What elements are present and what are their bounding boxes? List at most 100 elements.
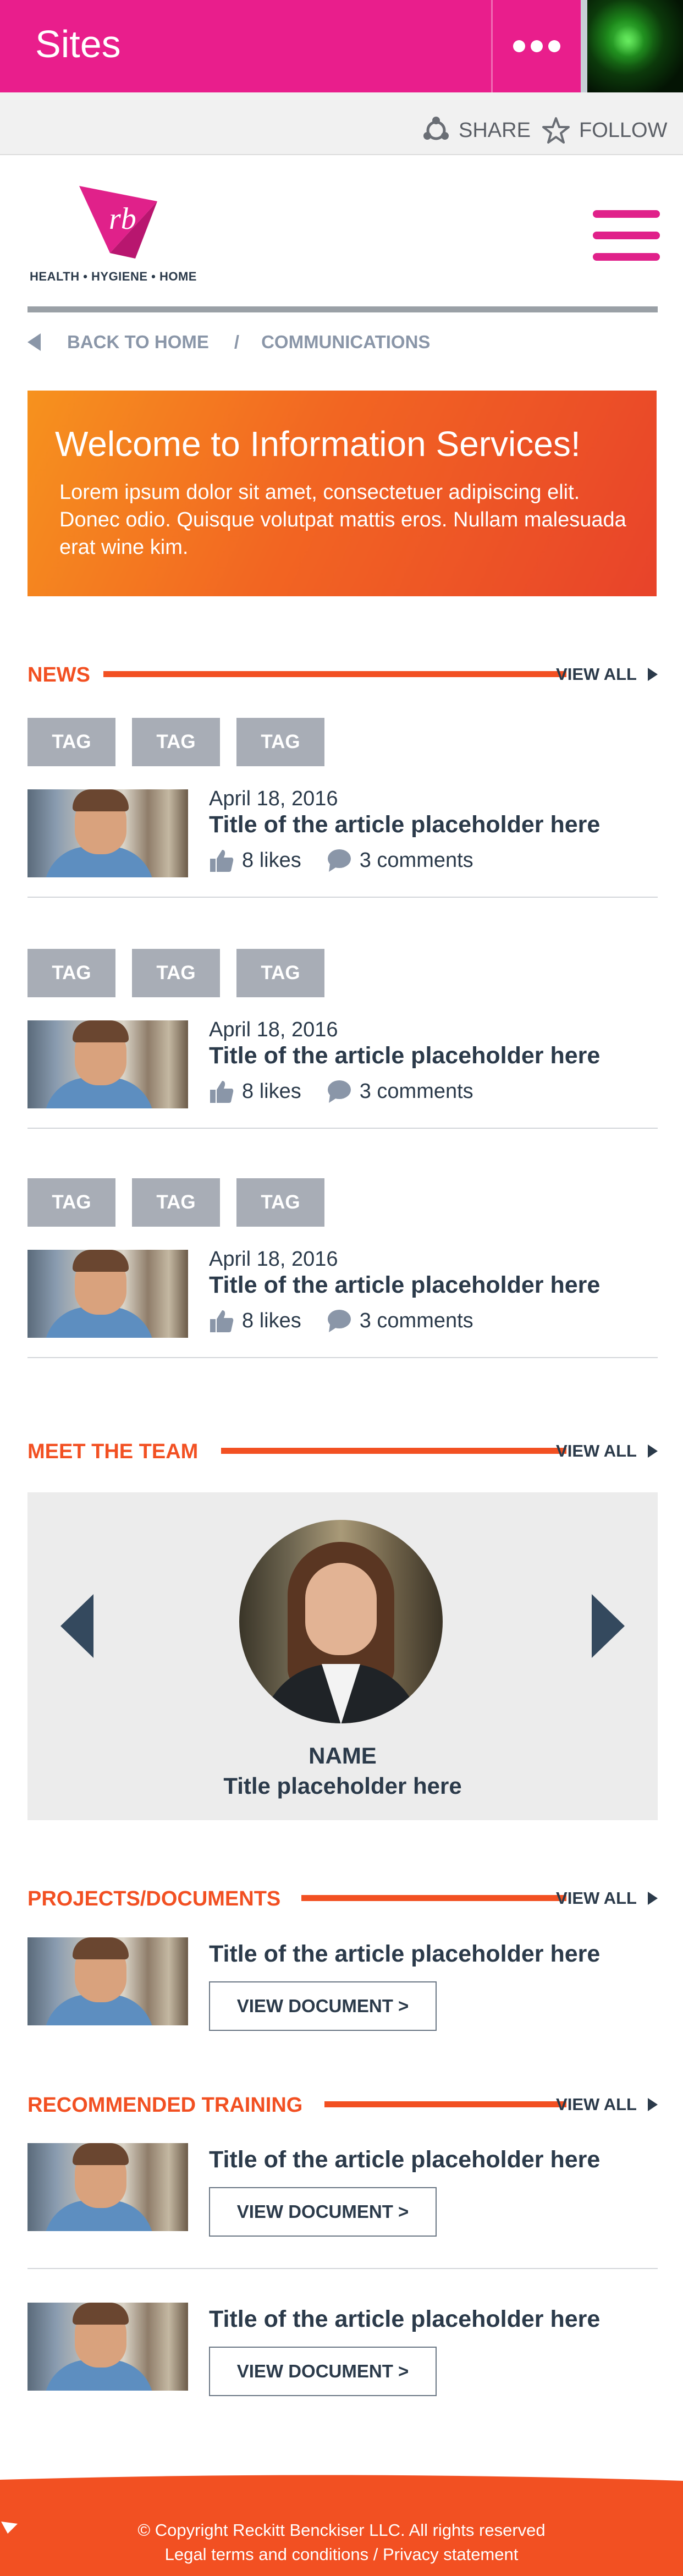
breadcrumb-current[interactable]: COMMUNICATIONS xyxy=(261,332,430,353)
article-thumbnail[interactable] xyxy=(27,1250,188,1338)
back-arrow-icon[interactable] xyxy=(27,333,41,351)
comment-icon xyxy=(327,1310,351,1332)
article-date: April 18, 2016 xyxy=(209,1018,338,1041)
hamburger-menu-icon[interactable] xyxy=(593,210,660,261)
tag-button[interactable]: TAG xyxy=(132,1178,220,1227)
training-item: Title of the article placeholder here VI… xyxy=(27,2143,658,2237)
share-button[interactable]: SHARE xyxy=(422,117,531,144)
item-divider xyxy=(27,897,658,898)
comment-button[interactable]: 3 comments xyxy=(327,1308,473,1333)
view-all-label: VIEW ALL xyxy=(556,1441,637,1460)
view-document-button[interactable]: VIEW DOCUMENT > xyxy=(209,1981,437,2031)
carousel-next-icon[interactable] xyxy=(592,1594,625,1658)
article-title[interactable]: Title of the article placeholder here xyxy=(209,811,600,838)
follow-button[interactable]: FOLLOW xyxy=(542,117,667,144)
projects-section-header: PROJECTS/DOCUMENTS VIEW ALL xyxy=(27,1884,658,1912)
copyright-text: © Copyright Reckitt Benckiser LLC. All r… xyxy=(0,2520,683,2540)
tag-button[interactable]: TAG xyxy=(132,949,220,997)
training-title[interactable]: Title of the article placeholder here xyxy=(209,2306,600,2333)
training-view-all-link[interactable]: VIEW ALL xyxy=(556,2095,658,2114)
copyright-label: © Copyright Reckitt Benckiser LLC. All r… xyxy=(137,2520,546,2540)
chevron-right-icon xyxy=(648,2098,658,2111)
header-divider xyxy=(27,306,658,312)
article-thumbnail[interactable] xyxy=(27,1020,188,1108)
user-avatar-button[interactable] xyxy=(581,0,683,92)
comment-button[interactable]: 3 comments xyxy=(327,1079,473,1104)
thumbs-up-icon xyxy=(210,1310,234,1332)
tag-button[interactable]: TAG xyxy=(27,718,115,766)
article-meta: 8 likes 3 comments xyxy=(209,848,473,873)
thumbs-up-icon xyxy=(210,1081,234,1103)
news-item[interactable]: TAG TAG TAG April 18, 2016 Title of the … xyxy=(27,1178,658,1376)
tag-button[interactable]: TAG xyxy=(236,1178,324,1227)
carousel-prev-icon[interactable] xyxy=(60,1594,93,1658)
likes-count: 8 likes xyxy=(242,1309,301,1332)
like-button[interactable]: 8 likes xyxy=(209,1079,301,1104)
welcome-title: Welcome to Information Services! xyxy=(55,424,581,464)
section-title-team: MEET THE TEAM xyxy=(27,1440,199,1463)
team-member-photo[interactable] xyxy=(239,1520,443,1723)
tag-button[interactable]: TAG xyxy=(132,718,220,766)
section-rule xyxy=(324,2101,566,2107)
training-section-header: RECOMMENDED TRAINING VIEW ALL xyxy=(27,2090,658,2118)
breadcrumb: BACK TO HOME / COMMUNICATIONS xyxy=(27,330,430,354)
section-title-training: RECOMMENDED TRAINING xyxy=(27,2094,303,2117)
news-section-header: NEWS VIEW ALL xyxy=(27,660,658,688)
svg-text:rb: rb xyxy=(109,202,136,236)
share-label: SHARE xyxy=(459,118,531,142)
section-rule xyxy=(301,1895,566,1901)
team-view-all-link[interactable]: VIEW ALL xyxy=(556,1441,658,1461)
comment-icon xyxy=(327,849,351,872)
tag-button[interactable]: TAG xyxy=(27,949,115,997)
tag-button[interactable]: TAG xyxy=(236,949,324,997)
likes-count: 8 likes xyxy=(242,848,301,872)
article-title[interactable]: Title of the article placeholder here xyxy=(209,1042,600,1069)
view-document-button[interactable]: VIEW DOCUMENT > xyxy=(209,2347,437,2396)
projects-view-all-link[interactable]: VIEW ALL xyxy=(556,1888,658,1908)
chevron-right-icon xyxy=(648,1444,658,1458)
comment-button[interactable]: 3 comments xyxy=(327,848,473,873)
tag-button[interactable]: TAG xyxy=(236,718,324,766)
document-title[interactable]: Title of the article placeholder here xyxy=(209,1941,600,1968)
training-thumbnail[interactable] xyxy=(27,2143,188,2231)
comment-icon xyxy=(327,1080,351,1103)
legal-links[interactable]: Legal terms and conditions / Privacy sta… xyxy=(0,2545,683,2564)
article-meta: 8 likes 3 comments xyxy=(209,1079,473,1104)
news-view-all-link[interactable]: VIEW ALL xyxy=(556,664,658,684)
training-thumbnail[interactable] xyxy=(27,2303,188,2391)
site-title[interactable]: Sites xyxy=(35,22,121,66)
article-title[interactable]: Title of the article placeholder here xyxy=(209,1272,600,1299)
section-title-news: NEWS xyxy=(27,663,90,686)
article-thumbnail[interactable] xyxy=(27,789,188,877)
comments-count: 3 comments xyxy=(359,1309,473,1332)
team-member-name[interactable]: NAME xyxy=(27,1743,658,1769)
ellipsis-icon[interactable] xyxy=(493,0,581,92)
suite-bar: Sites xyxy=(0,0,683,92)
welcome-banner: Welcome to Information Services! Lorem i… xyxy=(27,391,657,596)
news-item[interactable]: TAG TAG TAG April 18, 2016 Title of the … xyxy=(27,718,658,916)
breadcrumb-back-link[interactable]: BACK TO HOME xyxy=(67,332,209,353)
tag-button[interactable]: TAG xyxy=(27,1178,115,1227)
article-date: April 18, 2016 xyxy=(209,787,338,810)
welcome-text: Lorem ipsum dolor sit amet, consectetuer… xyxy=(59,481,626,559)
section-rule xyxy=(103,671,566,677)
view-all-label: VIEW ALL xyxy=(556,2095,637,2114)
view-document-button[interactable]: VIEW DOCUMENT > xyxy=(209,2187,437,2237)
share-icon xyxy=(423,117,449,140)
chevron-right-icon xyxy=(648,668,658,681)
document-thumbnail[interactable] xyxy=(27,1937,188,2025)
item-divider xyxy=(27,1357,658,1358)
user-avatar xyxy=(587,0,683,92)
like-button[interactable]: 8 likes xyxy=(209,1308,301,1333)
news-item[interactable]: TAG TAG TAG April 18, 2016 Title of the … xyxy=(27,949,658,1147)
chevron-right-icon xyxy=(648,1892,658,1905)
follow-label: FOLLOW xyxy=(579,118,668,142)
document-item: Title of the article placeholder here VI… xyxy=(27,1937,658,2031)
article-date: April 18, 2016 xyxy=(209,1248,338,1271)
thumbs-up-icon xyxy=(210,850,234,872)
training-title[interactable]: Title of the article placeholder here xyxy=(209,2146,600,2173)
team-member-title: Title placeholder here xyxy=(223,1773,462,1799)
likes-count: 8 likes xyxy=(242,1079,301,1103)
like-button[interactable]: 8 likes xyxy=(209,848,301,873)
comments-count: 3 comments xyxy=(359,1079,473,1103)
